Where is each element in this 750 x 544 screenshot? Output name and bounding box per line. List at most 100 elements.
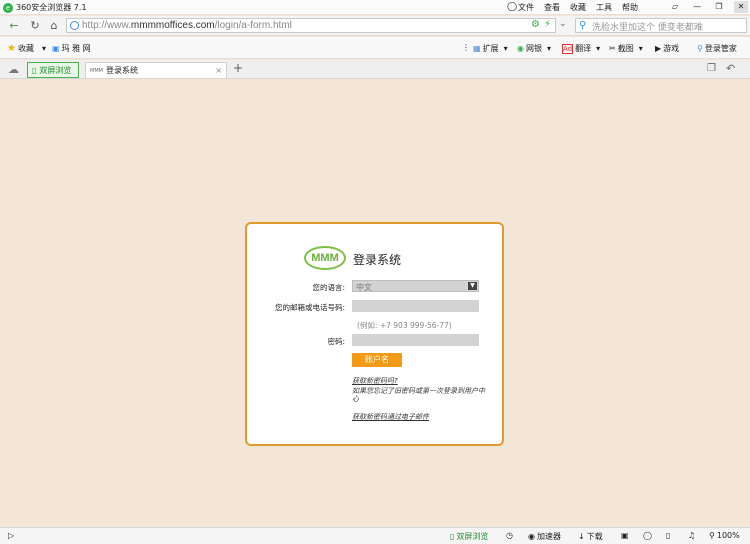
chevron-down-icon: ▾ [41, 44, 46, 53]
bank-icon: ◉ [517, 44, 524, 53]
download-button[interactable]: ↓ 下载 [578, 531, 603, 542]
menu-view[interactable]: 查看 [544, 2, 560, 13]
forgot-password-link[interactable]: 获取新密码吗? [352, 376, 398, 386]
window-icon[interactable]: ▣ [621, 531, 629, 540]
skin-icon[interactable]: ▱ [668, 1, 682, 13]
account-label: 您的邮箱或电话号码: [274, 303, 345, 312]
app-title: 360安全浏览器 7.1 [16, 3, 87, 12]
chevron-down-icon: ▾ [638, 44, 643, 53]
refresh-icon[interactable]: ↻ [28, 19, 42, 33]
back-arrow-icon[interactable]: ← [7, 19, 21, 33]
user-icon[interactable]: ◯ [507, 2, 517, 12]
screenshot-label: 截图 [617, 44, 634, 53]
address-bar: ← ↻ ⌂ http://www.mmmmoffices.com/login/a… [0, 16, 750, 36]
tab-dual-screen[interactable]: ▯ 双屏浏览 [27, 62, 79, 78]
extensions-label: 扩展 [482, 44, 499, 53]
grid-icon: ▦ [473, 44, 481, 53]
tab-login-system[interactable]: MMM 登录系统 × [85, 62, 227, 78]
login-button[interactable]: 账户名 [352, 353, 402, 367]
login-manager-label: 登录管家 [704, 44, 737, 53]
dual-screen-label: 双屏浏览 [456, 532, 489, 541]
key-icon: ⚲ [697, 44, 703, 53]
zoom-control[interactable]: ⚲ 100% [709, 531, 740, 540]
page-title: 登录系统 [353, 253, 402, 267]
status-bar: ▷ ▯ 双屏浏览 ◷ ◉ 加速器 ↓ 下载 ▣ ◯ ▯ ♫ ⚲ 100% [0, 527, 750, 544]
history-icon[interactable]: ◷ [506, 531, 513, 540]
lightning-icon[interactable]: ⚡ [544, 19, 551, 30]
email-recovery-link[interactable]: 获取新密码通过电子邮件 [352, 412, 429, 422]
login-card: MMM 登录系统 您的语言: 中文 ▼ 您的邮箱或电话号码: (例如: +7 9… [245, 222, 504, 446]
url-input[interactable]: http://www.mmmmoffices.com/login/a-form.… [66, 18, 556, 33]
search-placeholder: 洗脸水里加这个 便变老都难 [592, 23, 703, 33]
zoom-value: 100% [716, 531, 740, 540]
minimize-button[interactable]: — [690, 1, 704, 13]
close-tab-icon[interactable]: × [215, 66, 222, 75]
tab-label: 双屏浏览 [39, 65, 72, 75]
language-label: 您的语言: [312, 283, 345, 292]
search-input[interactable]: ⚲ 洗脸水里加这个 便变老都难 [575, 18, 747, 33]
accelerator-button[interactable]: ◉ 加速器 [528, 531, 561, 542]
menu-bar: 文件 查看 收藏 工具 帮助 [518, 2, 638, 13]
chevron-down-icon: ▾ [503, 44, 508, 53]
chevron-down-icon[interactable]: ▼ [468, 282, 477, 290]
favorites-button[interactable]: ★ 收藏 ▾ [7, 43, 46, 54]
games-button[interactable]: ▶ 游戏 [655, 43, 679, 54]
tab-label: 登录系统 [105, 66, 138, 75]
star-icon: ★ [7, 43, 16, 54]
window-controls: ▱ — ❐ ✕ [668, 1, 748, 13]
password-input[interactable] [352, 334, 479, 346]
mobile-icon[interactable]: ▯ [666, 531, 670, 540]
url-text[interactable]: http://www.mmmmoffices.com/login/a-form.… [82, 20, 292, 31]
extensions-button[interactable]: ▦ 扩展 ▾ [473, 43, 508, 54]
site-icon: ▣ [52, 44, 60, 53]
mmm-logo: MMM [304, 246, 346, 270]
account-input[interactable] [352, 300, 479, 312]
favorites-label: 收藏 [17, 44, 34, 53]
tab-list-icon[interactable]: ❐ [707, 63, 716, 74]
games-label: 游戏 [663, 44, 680, 53]
screenshot-button[interactable]: ✂ 截图 ▾ [609, 43, 643, 54]
accelerator-label: 加速器 [536, 532, 561, 541]
translate-icon: Ad [562, 43, 574, 54]
accelerator-icon: ◉ [528, 532, 535, 541]
menu-favorites[interactable]: 收藏 [570, 2, 586, 13]
home-icon[interactable]: ⌂ [47, 19, 61, 33]
url-path: /login/a-form.html [214, 20, 292, 31]
chevron-down-icon: ▾ [596, 44, 601, 53]
download-label: 下载 [586, 532, 603, 541]
login-manager-button[interactable]: ⚲ 登录管家 [697, 43, 737, 54]
translate-label: 翻译 [575, 44, 592, 53]
url-domain: mmmmoffices.com [130, 20, 215, 31]
sidebar-toggle-icon[interactable]: ▷ [8, 531, 14, 540]
menu-tools[interactable]: 工具 [596, 2, 612, 13]
favicon-icon: MMM [90, 67, 103, 74]
app-title-area: e 360安全浏览器 7.1 [3, 2, 87, 13]
cloud-icon[interactable]: ☁ [8, 63, 19, 76]
tab-bar: ☁ ▯ 双屏浏览 MMM 登录系统 × + ❐ ↶ [0, 60, 750, 79]
dual-screen-button[interactable]: ▯ 双屏浏览 [450, 531, 488, 542]
phone-icon: ▯ [32, 65, 37, 75]
language-select[interactable]: 中文 ▼ [352, 280, 479, 292]
undo-close-icon[interactable]: ↶ [726, 62, 735, 75]
volume-icon[interactable]: ♫ [688, 531, 695, 540]
menu-file[interactable]: 文件 [518, 2, 534, 13]
browser-logo-icon: e [3, 2, 13, 13]
url-prefix: http://www. [82, 20, 131, 31]
chevron-down-icon[interactable]: ⌄ [559, 19, 567, 30]
maximize-button[interactable]: ❐ [712, 1, 726, 13]
translate-button[interactable]: Ad 翻译 ▾ [562, 43, 600, 54]
title-bar: e 360安全浏览器 7.1 ◯ 文件 查看 收藏 工具 帮助 ▱ — ❐ ✕ [0, 0, 750, 15]
close-button[interactable]: ✕ [734, 1, 748, 13]
more-icon[interactable]: ⋮ [462, 43, 470, 52]
bookmarks-bar: ★ 收藏 ▾ ▣ 玛 雅 网 ⋮ ▦ 扩展 ▾ ◉ 网银 ▾ Ad 翻译 ▾ ✂… [0, 37, 750, 59]
bookmark-maya[interactable]: ▣ 玛 雅 网 [52, 43, 91, 54]
netbank-button[interactable]: ◉ 网银 ▾ [517, 43, 551, 54]
new-tab-button[interactable]: + [233, 61, 243, 75]
search-icon: ⚲ [579, 20, 587, 31]
menu-help[interactable]: 帮助 [622, 2, 638, 13]
ie-icon[interactable]: ◯ [643, 531, 652, 540]
language-value: 中文 [356, 283, 372, 292]
password-label: 密码: [327, 337, 345, 346]
security-icon[interactable]: ⚙ [531, 19, 540, 30]
globe-icon [70, 21, 79, 30]
